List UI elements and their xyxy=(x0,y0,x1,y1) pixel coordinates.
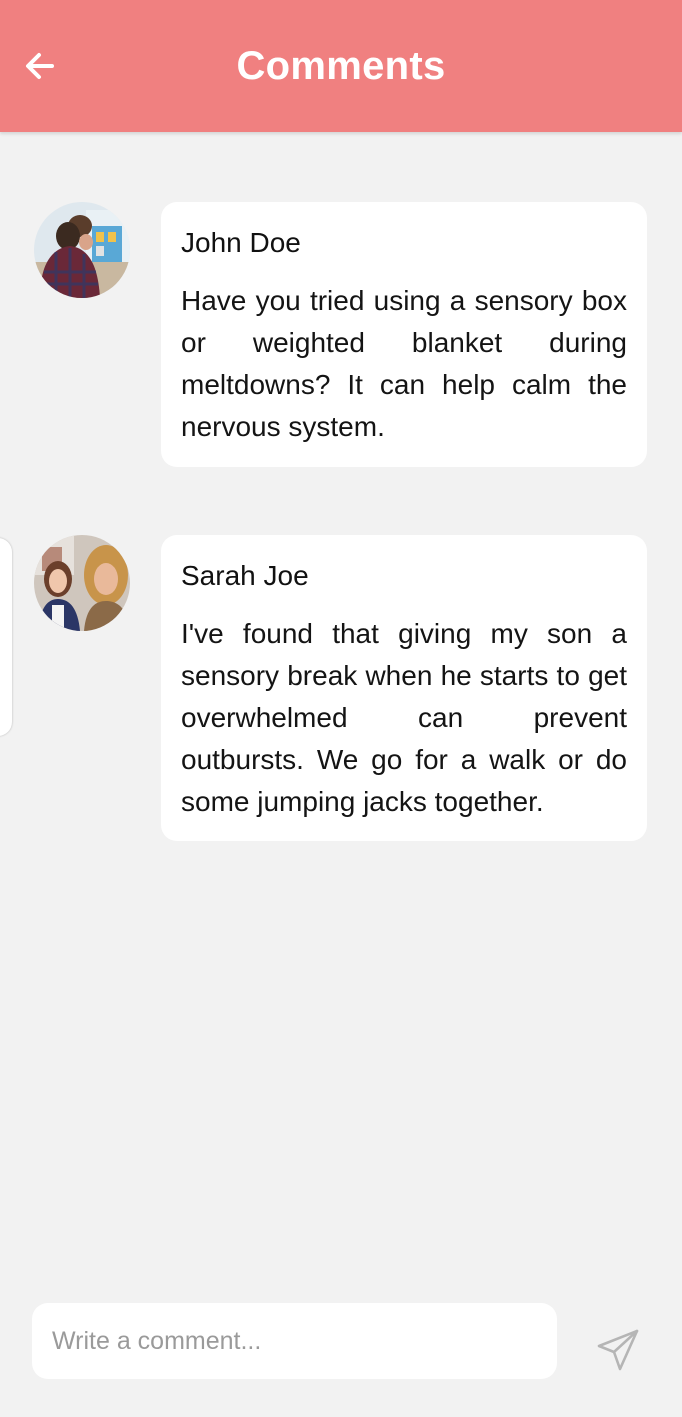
send-button[interactable] xyxy=(592,1324,644,1376)
comments-screen: Comments John Doe Have you tried using a… xyxy=(0,0,682,1417)
comment-author[interactable]: John Doe xyxy=(181,224,627,262)
avatar[interactable] xyxy=(34,535,130,631)
side-panel-edge[interactable] xyxy=(0,538,12,736)
user-avatar-image xyxy=(34,535,130,631)
comment-input-container xyxy=(32,1303,557,1379)
comment-input[interactable] xyxy=(32,1303,557,1379)
comment-text: I've found that giving my son a sensory … xyxy=(181,618,627,817)
comment-text: Have you tried using a sensory box or we… xyxy=(181,285,627,442)
user-avatar-image xyxy=(34,202,130,298)
comment-author[interactable]: Sarah Joe xyxy=(181,557,627,595)
comment-bubble: Sarah Joe I've found that giving my son … xyxy=(161,535,647,841)
comment-bubble: John Doe Have you tried using a sensory … xyxy=(161,202,647,467)
avatar[interactable] xyxy=(34,202,130,298)
send-icon xyxy=(597,1329,639,1371)
page-title: Comments xyxy=(236,44,446,88)
app-header: Comments xyxy=(0,0,682,132)
